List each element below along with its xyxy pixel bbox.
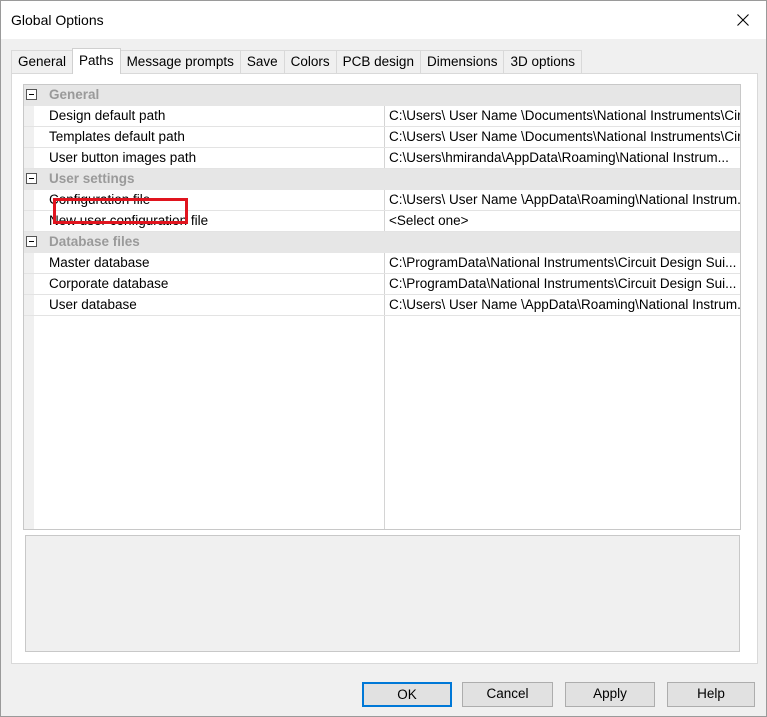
tab-general[interactable]: General	[11, 50, 74, 74]
property-row-user-database[interactable]: User database C:\Users\ User Name \AppDa…	[24, 295, 740, 316]
property-value[interactable]: <Select one>	[389, 213, 740, 228]
tab-colors[interactable]: Colors	[283, 50, 337, 74]
property-name: Master database	[49, 255, 150, 270]
property-value[interactable]: C:\Users\ User Name \Documents\National …	[389, 129, 740, 144]
description-pane	[25, 535, 740, 652]
title-bar: Global Options	[1, 1, 766, 39]
tab-dimensions[interactable]: Dimensions	[419, 50, 505, 74]
property-value[interactable]: C:\ProgramData\National Instruments\Circ…	[389, 255, 740, 270]
apply-button[interactable]: Apply	[565, 682, 655, 707]
property-row-design-default-path[interactable]: Design default path C:\Users\ User Name …	[24, 106, 740, 127]
global-options-dialog: Global Options General Paths Message pro…	[0, 0, 767, 717]
category-user-settings[interactable]: User settings	[24, 169, 740, 190]
category-label: General	[49, 87, 100, 102]
tab-save[interactable]: Save	[239, 50, 285, 74]
property-name: Templates default path	[49, 129, 185, 144]
close-icon	[737, 14, 749, 26]
cancel-button[interactable]: Cancel	[462, 682, 553, 707]
property-row-new-user-configuration-file[interactable]: New user configuration file <Select one>	[24, 211, 740, 232]
paths-tab-panel: General Design default path C:\Users\ Us…	[11, 73, 758, 664]
property-name: User database	[49, 297, 137, 312]
category-label: Database files	[49, 234, 140, 249]
property-row-templates-default-path[interactable]: Templates default path C:\Users\ User Na…	[24, 127, 740, 148]
close-button[interactable]	[720, 1, 766, 39]
window-title: Global Options	[11, 12, 104, 28]
category-general[interactable]: General	[24, 85, 740, 106]
property-row-configuration-file[interactable]: Configuration file C:\Users\ User Name \…	[24, 190, 740, 211]
property-grid: General Design default path C:\Users\ Us…	[23, 84, 741, 530]
property-name: Configuration file	[49, 192, 151, 207]
tab-paths[interactable]: Paths	[72, 48, 121, 74]
category-database-files[interactable]: Database files	[24, 232, 740, 253]
property-row-user-button-images-path[interactable]: User button images path C:\Users\hmirand…	[24, 148, 740, 169]
tab-pcb-design[interactable]: PCB design	[335, 50, 421, 74]
collapse-icon[interactable]	[26, 89, 37, 100]
property-name: User button images path	[49, 150, 197, 165]
property-row-corporate-database[interactable]: Corporate database C:\ProgramData\Nation…	[24, 274, 740, 295]
tab-3d-options[interactable]: 3D options	[503, 50, 583, 74]
collapse-icon[interactable]	[26, 173, 37, 184]
property-value[interactable]: C:\Users\ User Name \AppData\Roaming\Nat…	[389, 297, 740, 312]
category-label: User settings	[49, 171, 135, 186]
property-name: New user configuration file	[49, 213, 209, 228]
property-name: Corporate database	[49, 276, 169, 291]
property-name: Design default path	[49, 108, 166, 123]
property-value[interactable]: C:\Users\ User Name \AppData\Roaming\Nat…	[389, 192, 740, 207]
ok-button[interactable]: OK	[362, 682, 452, 707]
property-rows: General Design default path C:\Users\ Us…	[24, 85, 740, 316]
property-value[interactable]: C:\Users\ User Name \Documents\National …	[389, 108, 740, 123]
help-button[interactable]: Help	[667, 682, 755, 707]
property-value[interactable]: C:\Users\hmiranda\AppData\Roaming\Nation…	[389, 150, 740, 165]
tab-strip: General Paths Message prompts Save Color…	[11, 48, 583, 74]
collapse-icon[interactable]	[26, 236, 37, 247]
property-row-master-database[interactable]: Master database C:\ProgramData\National …	[24, 253, 740, 274]
property-value[interactable]: C:\ProgramData\National Instruments\Circ…	[389, 276, 740, 291]
tab-message-prompts[interactable]: Message prompts	[119, 50, 241, 74]
